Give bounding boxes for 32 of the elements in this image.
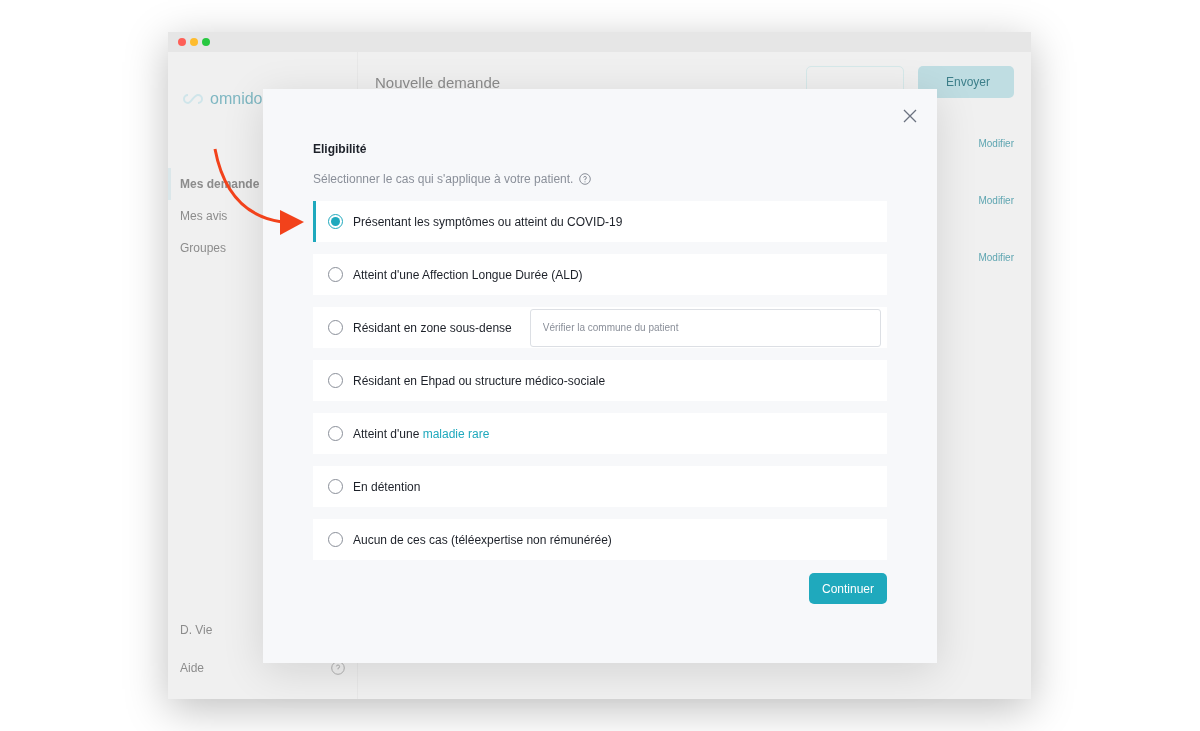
window-control[interactable] (190, 38, 198, 46)
option-label: En détention (353, 479, 421, 494)
option-card[interactable]: Aucun de ces cas (téléexpertise non rémunérée) (313, 519, 887, 560)
modify-link[interactable]: Modifier (978, 138, 1014, 149)
option-card[interactable]: Résidant en Ehpad ou structure médico-sociale (313, 360, 887, 401)
help-icon[interactable] (579, 173, 592, 185)
option-label: Atteint d'une maladie rare (353, 426, 490, 441)
page-title: Nouvelle demande (375, 73, 501, 91)
commune-field[interactable]: Vérifier la commune du patient (529, 308, 881, 347)
option-label: Résidant en Ehpad ou structure médico-sociale (353, 373, 606, 388)
rare-disease-link[interactable]: maladie rare (422, 426, 490, 441)
logo-text: omnido (210, 90, 263, 108)
option-card[interactable]: En détention (313, 466, 887, 507)
close-button[interactable] (901, 107, 919, 125)
option-card[interactable]: Atteint d'une Affection Longue Durée (ALD) (313, 254, 887, 295)
help-link[interactable]: Aide (180, 661, 205, 675)
help-icon (331, 661, 345, 675)
window-control[interactable] (178, 38, 186, 46)
modify-link[interactable]: Modifier (978, 195, 1014, 206)
option-label: Présentant les symptômes ou atteint du COVID-19 (353, 214, 623, 229)
modify-link[interactable]: Modifier (978, 252, 1014, 263)
dialog-title: Eligibilité (313, 142, 368, 156)
option-card[interactable]: Présentant les symptômes ou atteint du COVID-19 (313, 201, 887, 242)
send-button[interactable]: Envoyer (918, 66, 1014, 98)
option-label: Atteint d'une Affection Longue Durée (ALD) (353, 267, 583, 282)
option-label: Résidant en zone sous-dense (353, 320, 512, 335)
option-card[interactable]: Atteint d'une maladie rare (313, 413, 887, 454)
window-control[interactable] (202, 38, 210, 46)
option-label: Aucun de ces cas (téléexpertise non rémunérée) (353, 532, 612, 547)
option-card[interactable]: Résidant en zone sous-dense Vérifier la commune du patient (313, 307, 887, 348)
logo-icon (182, 93, 206, 105)
continue-button[interactable]: Continuer (808, 573, 887, 604)
